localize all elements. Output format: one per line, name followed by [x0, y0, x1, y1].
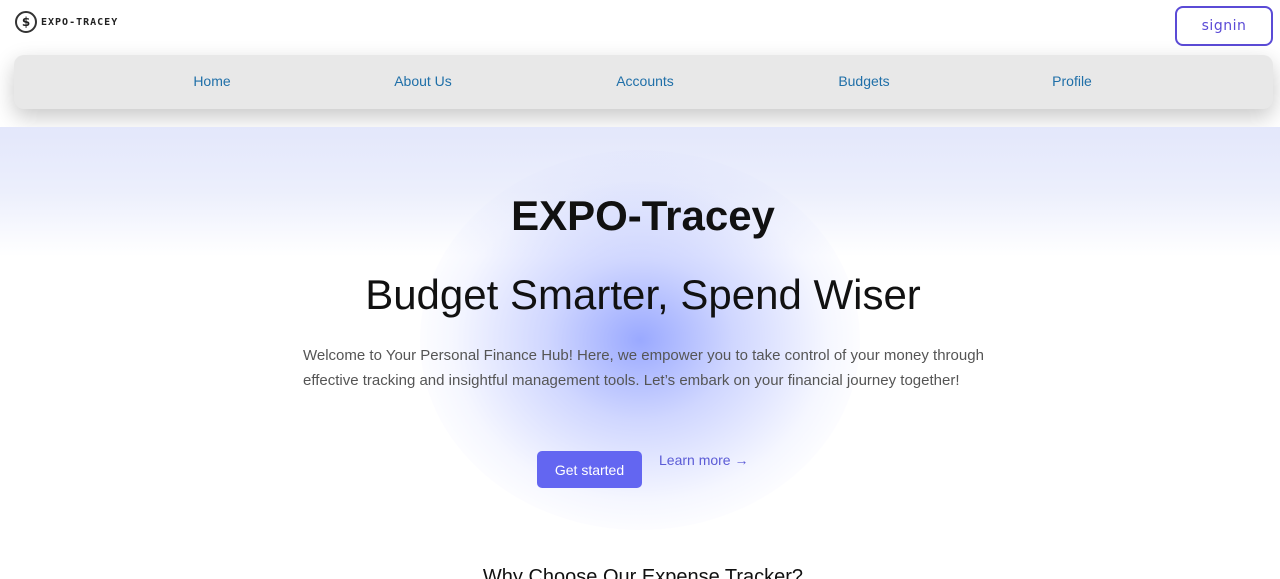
nav-item-about-us[interactable]: About Us [394, 73, 452, 89]
logo[interactable]: $ EXPO-TRACEY [15, 11, 118, 33]
page: $ EXPO-TRACEY signin Home About Us Accou… [0, 0, 1280, 579]
hero-subtitle: Budget Smarter, Spend Wiser [365, 271, 921, 318]
get-started-button[interactable]: Get started [537, 451, 642, 488]
learn-more-link[interactable]: Learn more → [659, 452, 748, 468]
main-navigation: Home About Us Accounts Budgets Profile [14, 55, 1273, 109]
signin-button[interactable]: signin [1175, 6, 1273, 46]
dollar-coin-icon: $ [15, 11, 37, 33]
nav-item-home[interactable]: Home [193, 73, 230, 89]
nav-item-budgets[interactable]: Budgets [838, 73, 889, 89]
hero-title: EXPO-Tracey [511, 192, 775, 239]
nav-item-profile[interactable]: Profile [1052, 73, 1092, 89]
features-heading: Why Choose Our Expense Tracker? [482, 566, 804, 579]
hero-description: Welcome to Your Personal Finance Hub! He… [303, 347, 984, 389]
logo-text: EXPO-TRACEY [41, 16, 119, 28]
nav-item-accounts[interactable]: Accounts [616, 73, 674, 89]
